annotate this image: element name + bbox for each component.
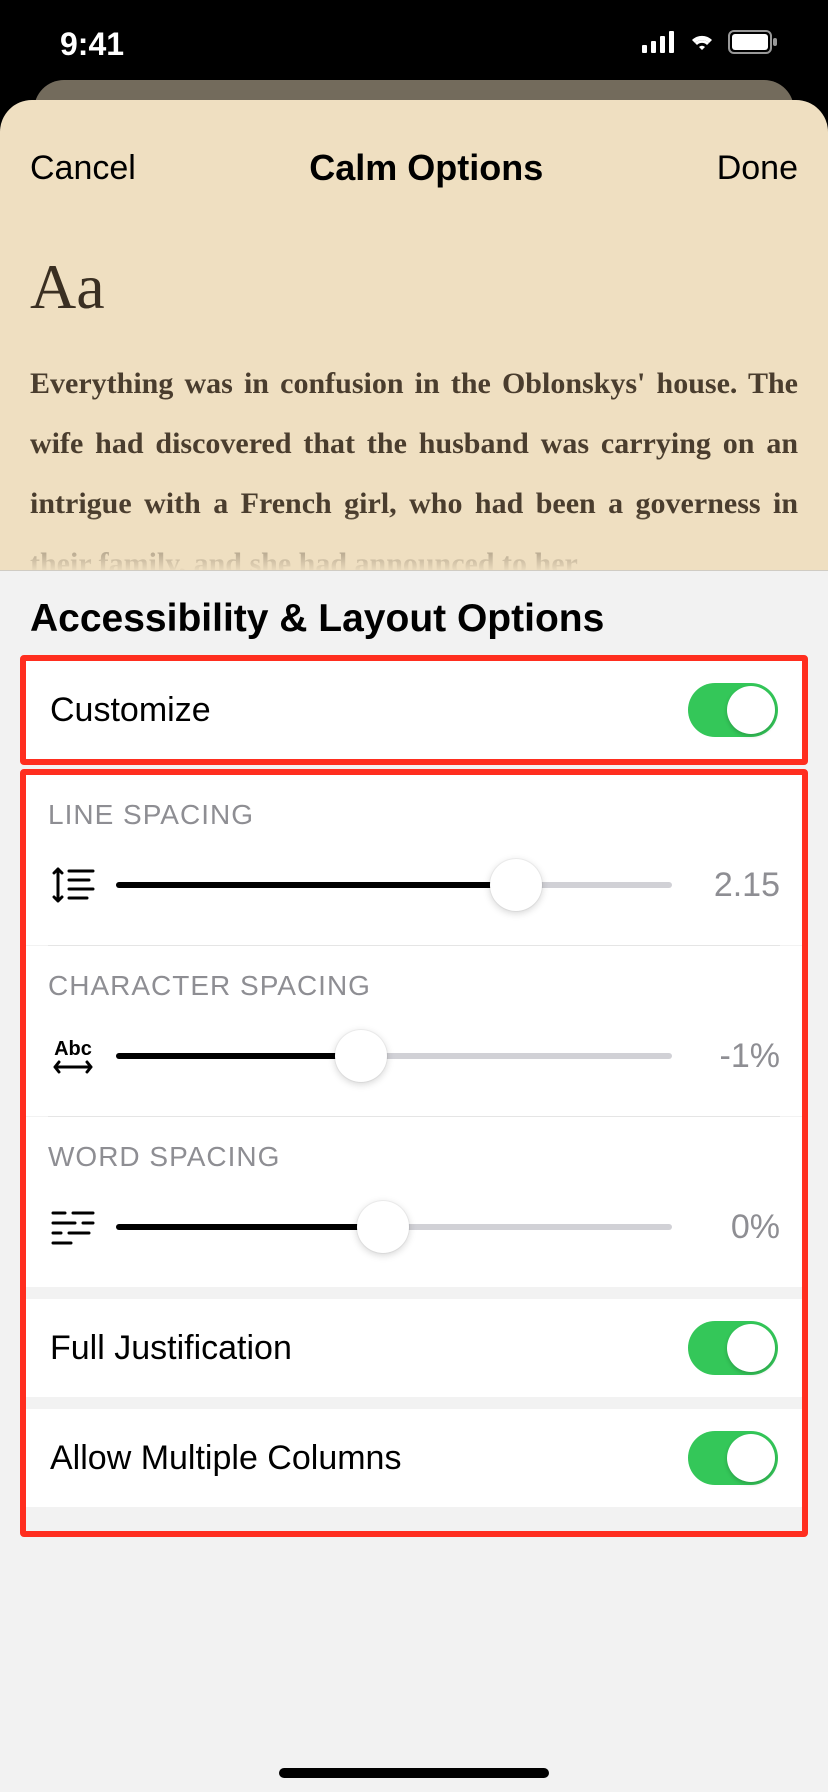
panel-title: Accessibility & Layout Options [0, 571, 828, 655]
character-spacing-icon: Abc [48, 1031, 98, 1081]
font-sample-aa: Aa [30, 250, 798, 324]
sheet-title: Calm Options [309, 147, 543, 189]
word-spacing-icon [48, 1202, 98, 1252]
character-spacing-row: Abc -1% [48, 1026, 780, 1086]
toggle-knob [727, 1434, 775, 1482]
full-justification-row: Full Justification [26, 1299, 802, 1397]
word-spacing-section: WORD SPACING 0% [26, 1117, 802, 1287]
word-spacing-value: 0% [690, 1208, 780, 1247]
word-spacing-label: WORD SPACING [48, 1141, 780, 1173]
highlight-customize: Customize [20, 655, 808, 765]
customize-toggle[interactable] [688, 683, 778, 737]
line-spacing-value: 2.15 [690, 866, 780, 905]
character-spacing-slider[interactable] [116, 1026, 672, 1086]
line-spacing-section: LINE SPACING 2.15 [26, 775, 802, 945]
line-spacing-slider[interactable] [116, 855, 672, 915]
line-spacing-row: 2.15 [48, 855, 780, 915]
toggle-knob [727, 686, 775, 734]
character-spacing-section: CHARACTER SPACING Abc -1% [26, 946, 802, 1116]
character-spacing-value: -1% [690, 1037, 780, 1076]
home-indicator[interactable] [279, 1768, 549, 1778]
text-preview: Aa Everything was in confusion in the Ob… [0, 200, 828, 572]
customize-row: Customize [26, 661, 802, 759]
highlight-sliders: LINE SPACING 2.15 CHARACTER SPACING [20, 769, 808, 1537]
sheet-header: Cancel Calm Options Done [0, 100, 828, 200]
options-panel: Accessibility & Layout Options Customize… [0, 570, 828, 1792]
line-spacing-label: LINE SPACING [48, 799, 780, 831]
multiple-columns-row: Allow Multiple Columns [26, 1409, 802, 1507]
battery-icon [728, 30, 778, 59]
multiple-columns-toggle[interactable] [688, 1431, 778, 1485]
multiple-columns-label: Allow Multiple Columns [50, 1439, 401, 1478]
character-spacing-label: CHARACTER SPACING [48, 970, 780, 1002]
cellular-signal-icon [642, 31, 676, 58]
char-icon-text: Abc [54, 1038, 92, 1060]
toggle-knob [727, 1324, 775, 1372]
wifi-icon [686, 30, 718, 59]
full-justification-toggle[interactable] [688, 1321, 778, 1375]
done-button[interactable]: Done [717, 149, 798, 188]
word-spacing-row: 0% [48, 1197, 780, 1257]
line-spacing-icon [48, 860, 98, 910]
full-justification-label: Full Justification [50, 1329, 292, 1368]
status-bar: 9:41 [0, 0, 828, 88]
customize-label: Customize [50, 691, 211, 730]
status-time: 9:41 [60, 26, 124, 63]
modal-sheet: Cancel Calm Options Done Aa Everything w… [0, 100, 828, 1792]
word-spacing-slider[interactable] [116, 1197, 672, 1257]
preview-fade-overlay [0, 512, 828, 572]
cancel-button[interactable]: Cancel [30, 149, 136, 188]
status-icons [642, 30, 778, 59]
